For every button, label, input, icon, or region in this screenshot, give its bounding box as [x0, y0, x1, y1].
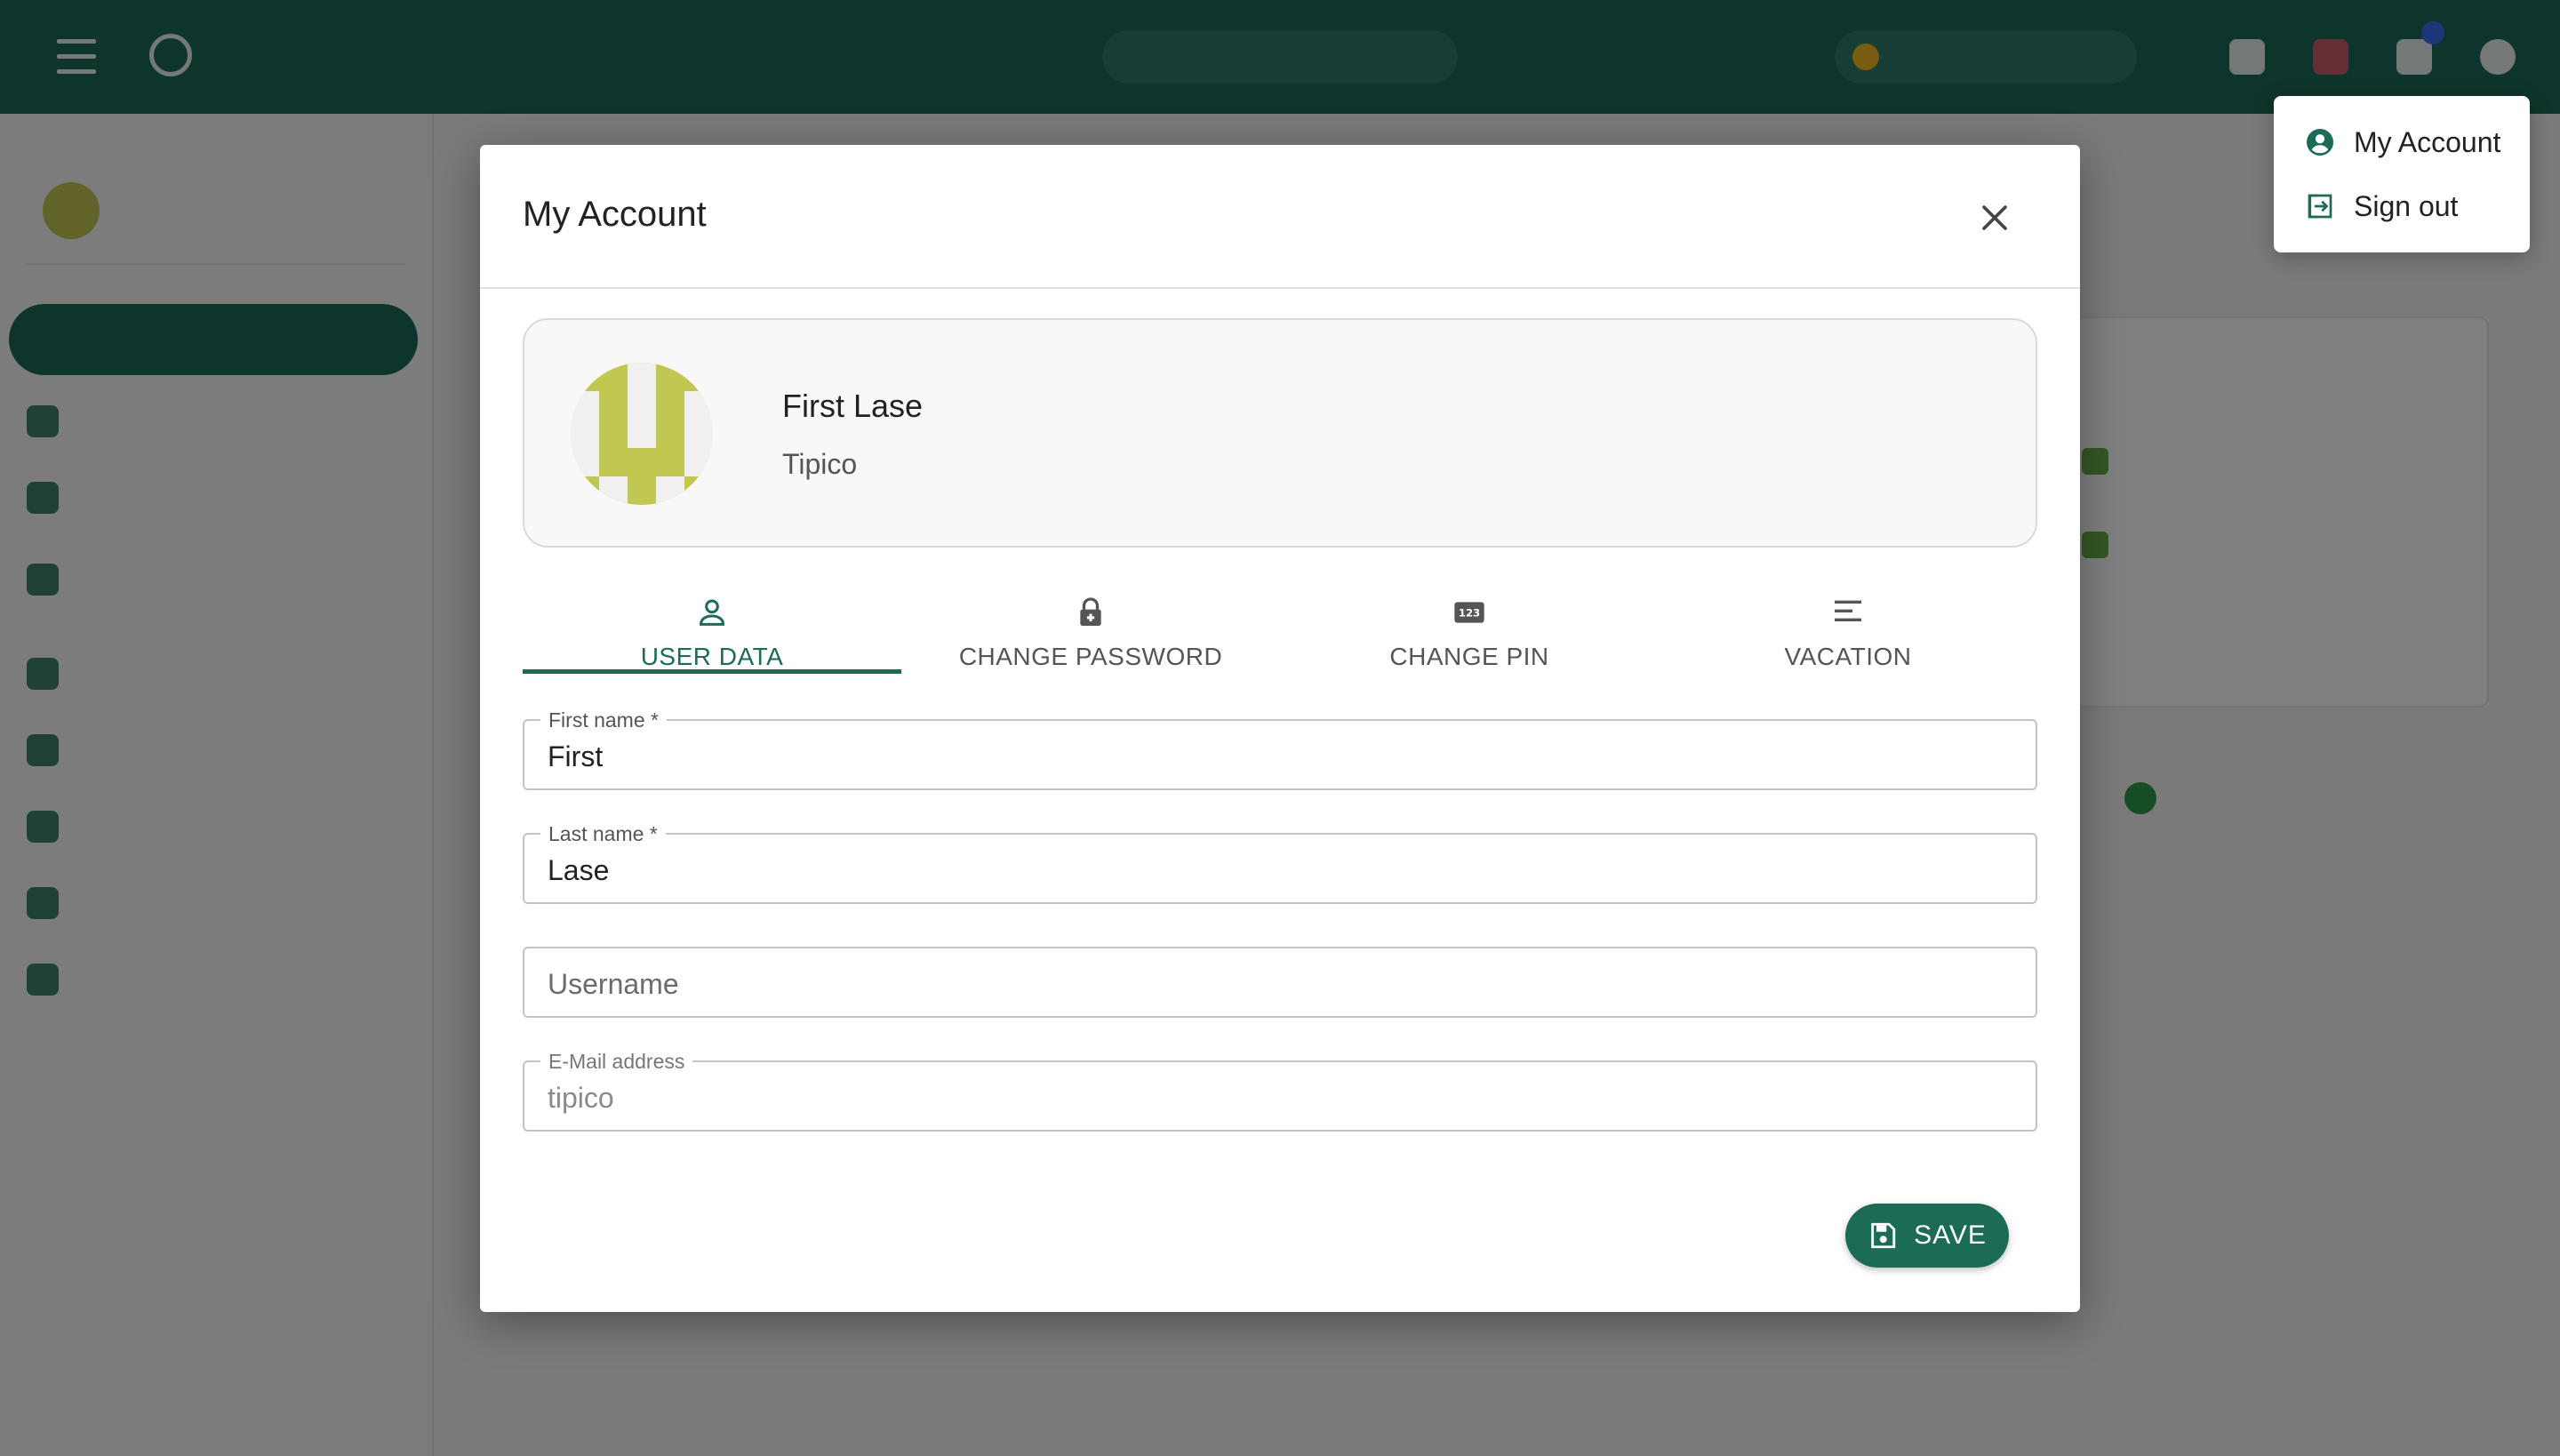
sign-out-icon	[2308, 194, 2332, 219]
menu-item-sign-out[interactable]: Sign out	[2274, 174, 2530, 238]
my-account-dialog: My Account First Lase Tipico USER DATA C…	[480, 145, 2080, 1312]
person-icon	[699, 599, 725, 626]
email-label: E-Mail address	[540, 1049, 693, 1074]
dialog-title: My Account	[523, 195, 707, 234]
tab-label: VACATION	[1784, 643, 1912, 670]
username-field	[523, 947, 2037, 1018]
pin-123-icon: 123	[1454, 602, 1484, 623]
account-tabs: USER DATA CHANGE PASSWORD 123 CHANGE PIN…	[523, 572, 2037, 674]
username-input[interactable]	[548, 966, 2005, 1002]
dialog-header: My Account	[480, 145, 2080, 289]
tab-user-data[interactable]: USER DATA	[523, 572, 901, 673]
last-name-label: Last name *	[540, 821, 666, 846]
lines-icon	[1835, 600, 1861, 621]
avatar	[571, 363, 713, 505]
tab-label: USER DATA	[640, 643, 784, 670]
save-icon	[1871, 1222, 1896, 1249]
first-name-field: First name *	[523, 708, 2037, 790]
tab-label: CHANGE PIN	[1389, 643, 1549, 670]
tab-change-pin[interactable]: 123 CHANGE PIN	[1280, 572, 1659, 673]
close-button[interactable]	[1973, 196, 2016, 239]
close-icon	[1982, 205, 2007, 230]
first-name-label: First name *	[540, 708, 667, 732]
account-menu: My Account Sign out	[2274, 96, 2530, 252]
active-tab-indicator	[523, 669, 901, 674]
tab-change-password[interactable]: CHANGE PASSWORD	[901, 572, 1280, 673]
user-full-name: First Lase	[782, 388, 924, 424]
menu-item-label: My Account	[2354, 125, 2501, 158]
lock-icon	[1080, 597, 1101, 626]
identicon-avatar-icon	[571, 363, 713, 505]
user-company: Tipico	[782, 448, 858, 480]
tab-vacation[interactable]: VACATION	[1659, 572, 2037, 673]
save-button[interactable]: SAVE	[1845, 1204, 2009, 1268]
email-input	[548, 1080, 2005, 1116]
last-name-input[interactable]	[548, 852, 2005, 888]
first-name-input[interactable]	[548, 739, 2005, 774]
last-name-field: Last name *	[523, 821, 2037, 904]
account-circle-icon	[2307, 129, 2333, 156]
tab-label: CHANGE PASSWORD	[958, 643, 1223, 670]
svg-text:123: 123	[1459, 607, 1480, 620]
user-summary-card: First Lase Tipico	[523, 318, 2037, 548]
menu-item-my-account[interactable]: My Account	[2274, 110, 2530, 174]
email-field: E-Mail address	[523, 1049, 2037, 1132]
menu-item-label: Sign out	[2354, 189, 2459, 222]
save-button-label: SAVE	[1914, 1220, 1987, 1250]
